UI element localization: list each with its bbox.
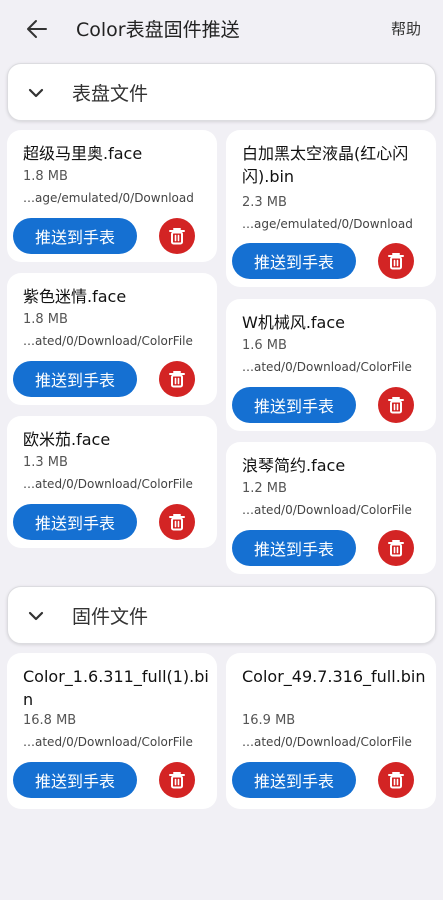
file-card: Color_49.7.316_full.bin 16.9 MB …ated/0/… (226, 653, 436, 809)
file-path: …ated/0/Download/ColorFile (242, 503, 412, 517)
trash-icon (169, 228, 185, 245)
push-to-watch-button[interactable]: 推送到手表 (13, 762, 137, 798)
file-card: 超级马里奥.face 1.8 MB …age/emulated/0/Downlo… (7, 130, 217, 262)
file-size: 16.9 MB (242, 713, 296, 728)
file-card: 浪琴简约.face 1.2 MB …ated/0/Download/ColorF… (226, 442, 436, 574)
delete-button[interactable] (378, 762, 414, 798)
file-path: …ated/0/Download/ColorFile (23, 477, 193, 491)
file-size: 1.3 MB (23, 455, 68, 470)
section-header-firmware[interactable]: 固件文件 (7, 586, 436, 644)
arrow-left-icon (27, 20, 47, 38)
file-path: …ated/0/Download/ColorFile (23, 735, 193, 749)
back-button[interactable] (22, 14, 52, 44)
file-card: W机械风.face 1.6 MB …ated/0/Download/ColorF… (226, 299, 436, 431)
delete-button[interactable] (159, 762, 195, 798)
file-name: Color_49.7.316_full.bin (242, 667, 426, 686)
delete-button[interactable] (378, 530, 414, 566)
file-path: …age/emulated/0/Download (242, 217, 413, 231)
trash-icon (169, 772, 185, 789)
chevron-down-icon (28, 88, 44, 98)
delete-button[interactable] (159, 361, 195, 397)
delete-button[interactable] (159, 218, 195, 254)
file-size: 1.8 MB (23, 312, 68, 327)
file-path: …ated/0/Download/ColorFile (23, 334, 193, 348)
file-card: 欧米茄.face 1.3 MB …ated/0/Download/ColorFi… (7, 416, 217, 548)
delete-button[interactable] (378, 243, 414, 279)
push-to-watch-button[interactable]: 推送到手表 (232, 762, 356, 798)
push-to-watch-button[interactable]: 推送到手表 (232, 243, 356, 279)
file-path: …ated/0/Download/ColorFile (242, 360, 412, 374)
trash-icon (388, 772, 404, 789)
file-name: Color_1.6.311_full(1).bin (23, 667, 209, 709)
section-title: 表盘文件 (72, 83, 149, 105)
file-size: 1.8 MB (23, 169, 68, 184)
app-bar: Color表盘固件推送 帮助 (0, 0, 443, 56)
file-name: 紫色迷情.face (23, 287, 127, 306)
file-size: 16.8 MB (23, 713, 77, 728)
push-to-watch-button[interactable]: 推送到手表 (232, 530, 356, 566)
file-size: 1.6 MB (242, 338, 287, 353)
file-card: Color_1.6.311_full(1).bin 16.8 MB …ated/… (7, 653, 217, 809)
section-header-watchface[interactable]: 表盘文件 (7, 63, 436, 121)
delete-button[interactable] (159, 504, 195, 540)
trash-icon (388, 540, 404, 557)
file-name: 欧米茄.face (23, 430, 111, 449)
help-button[interactable]: 帮助 (391, 18, 421, 39)
delete-button[interactable] (378, 387, 414, 423)
trash-icon (388, 253, 404, 270)
file-path: …age/emulated/0/Download (23, 191, 194, 205)
push-to-watch-button[interactable]: 推送到手表 (13, 218, 137, 254)
push-to-watch-button[interactable]: 推送到手表 (232, 387, 356, 423)
page-title: Color表盘固件推送 (76, 19, 240, 41)
trash-icon (169, 514, 185, 531)
section-title: 固件文件 (72, 606, 149, 628)
file-card: 紫色迷情.face 1.8 MB …ated/0/Download/ColorF… (7, 273, 217, 405)
file-name: 超级马里奥.face (23, 144, 143, 163)
trash-icon (169, 371, 185, 388)
file-path: …ated/0/Download/ColorFile (242, 735, 412, 749)
chevron-down-icon (28, 611, 44, 621)
file-size: 2.3 MB (242, 195, 287, 210)
file-card: 白加黑太空液晶(红心闪闪).bin 2.3 MB …age/emulated/0… (226, 130, 436, 287)
file-size: 1.2 MB (242, 481, 287, 496)
push-to-watch-button[interactable]: 推送到手表 (13, 361, 137, 397)
trash-icon (388, 397, 404, 414)
file-name: 白加黑太空液晶(红心闪闪).bin (242, 144, 409, 186)
file-name: W机械风.face (242, 313, 345, 332)
push-to-watch-button[interactable]: 推送到手表 (13, 504, 137, 540)
file-name: 浪琴简约.face (242, 456, 346, 475)
